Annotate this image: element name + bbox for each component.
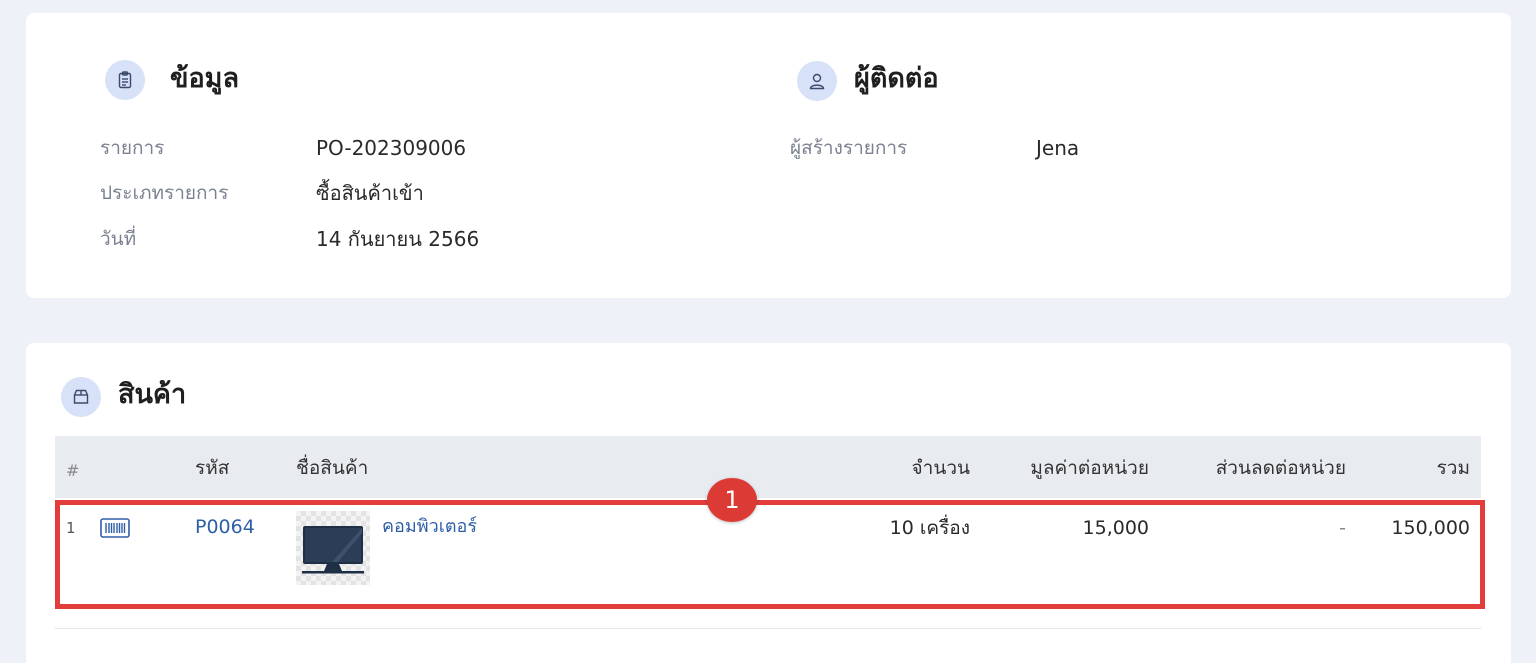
box-icon	[61, 377, 101, 417]
label-date: วันที่	[100, 228, 137, 250]
products-section-title: สินค้า	[118, 379, 187, 410]
value-date: 14 กันยายน 2566	[316, 227, 480, 251]
value-creator: Jena	[1036, 136, 1080, 160]
label-creator: ผู้สร้างรายการ	[790, 137, 908, 159]
col-discount: ส่วนลดต่อหน่วย	[1215, 457, 1346, 479]
col-unit-price: มูลค่าต่อหน่วย	[1030, 457, 1149, 479]
col-name: ชื่อสินค้า	[296, 457, 369, 479]
col-total: รวม	[1436, 457, 1470, 479]
info-card	[26, 13, 1511, 298]
label-type: ประเภทรายการ	[100, 182, 229, 204]
label-document: รายการ	[100, 137, 165, 159]
annotation-badge: 1	[707, 478, 757, 522]
value-type: ซื้อสินค้าเข้า	[316, 181, 424, 205]
col-index: #	[66, 461, 80, 480]
col-qty: จำนวน	[911, 457, 970, 479]
info-section-title: ข้อมูล	[170, 63, 240, 94]
highlight-box	[55, 500, 1485, 609]
clipboard-icon	[105, 60, 145, 100]
user-icon	[797, 61, 837, 101]
table-divider	[55, 628, 1481, 629]
value-document: PO-202309006	[316, 136, 467, 160]
contact-section-title: ผู้ติดต่อ	[854, 63, 939, 94]
col-code: รหัส	[195, 457, 230, 479]
